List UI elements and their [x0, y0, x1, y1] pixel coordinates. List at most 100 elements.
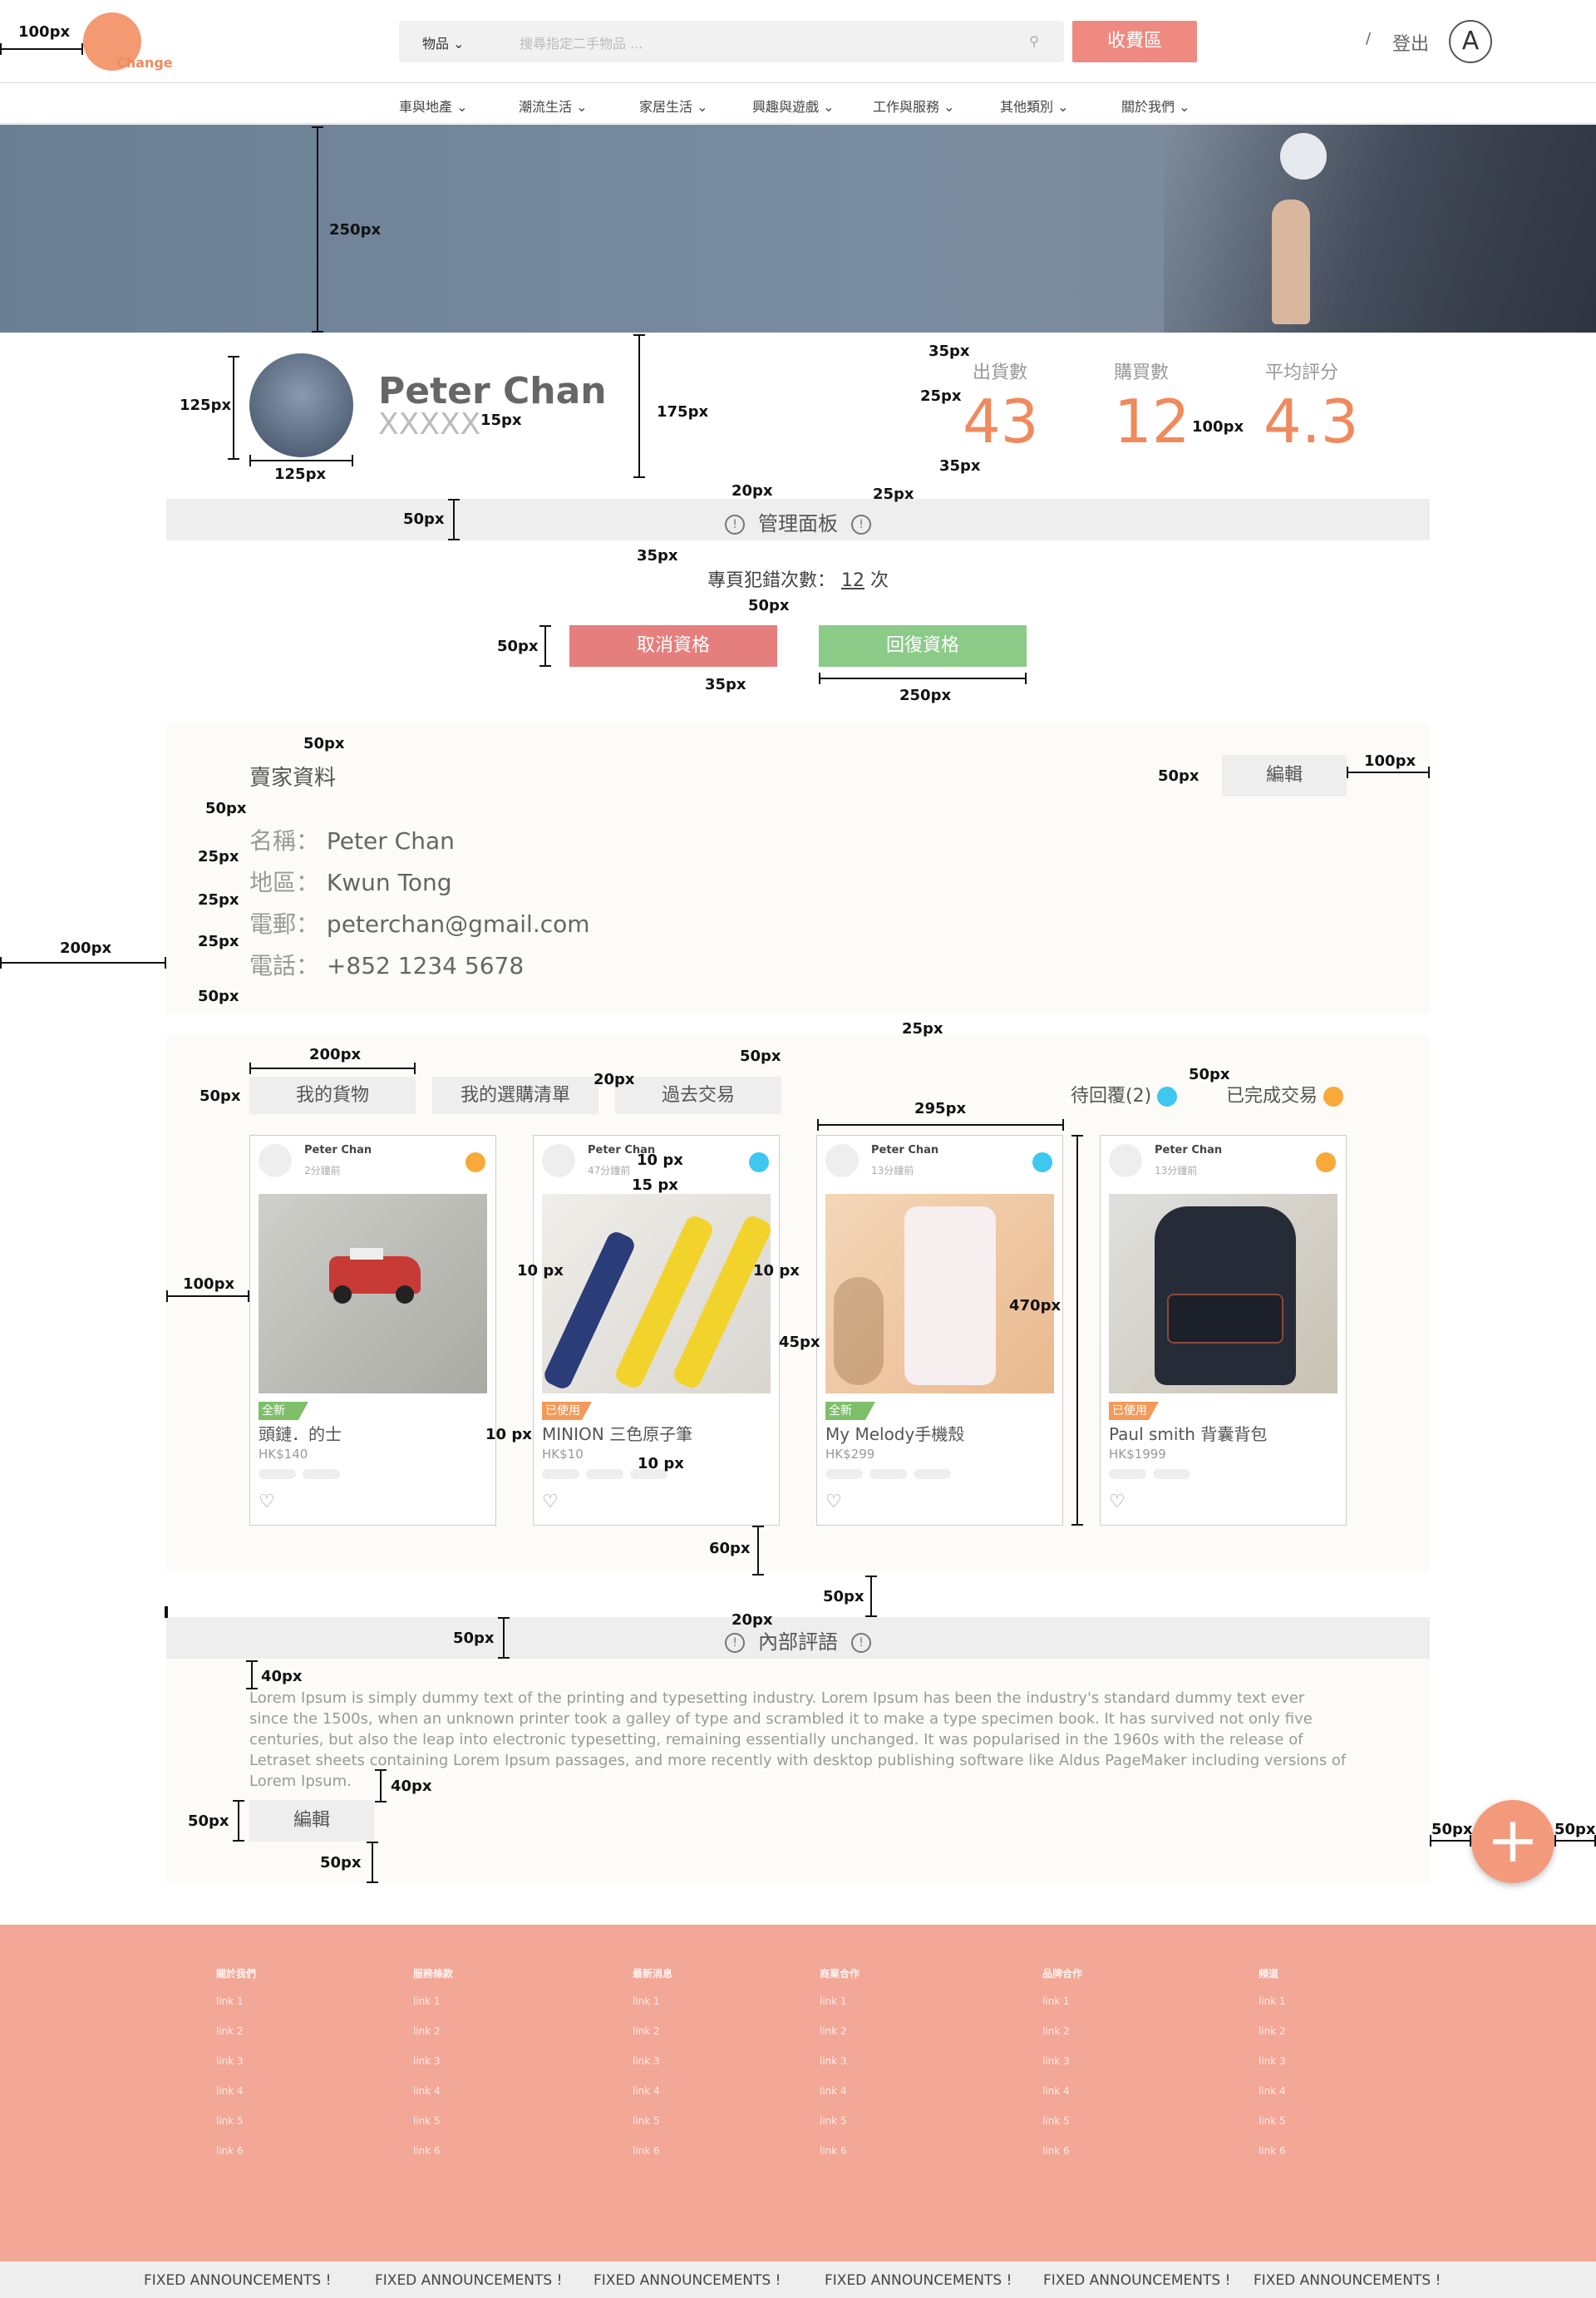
- error-count: 專頁犯錯次數： 12 次: [707, 570, 889, 591]
- footer-link[interactable]: link 6: [216, 2145, 366, 2157]
- product-card[interactable]: Peter Chan 13分鐘前 全新 My Melody手機殼 HK$299 …: [816, 1135, 1063, 1526]
- avatar[interactable]: A: [1449, 20, 1492, 63]
- stat-value-bought: 12: [1114, 387, 1190, 456]
- footer-link[interactable]: link 1: [633, 1995, 782, 2007]
- announcement-text: FIXED ANNOUNCEMENTS !: [1043, 2272, 1231, 2289]
- cancel-qualification-button[interactable]: 取消資格: [569, 625, 777, 667]
- footer-column: 關於我們 link 1 link 2 link 3 link 4 link 5 …: [216, 1966, 366, 2175]
- footer-link[interactable]: link 3: [1259, 2055, 1408, 2067]
- footer-link[interactable]: link 3: [216, 2055, 366, 2067]
- nav-item-3[interactable]: 家居生活 ⌄: [639, 96, 708, 116]
- product-image[interactable]: [259, 1194, 487, 1393]
- heart-icon[interactable]: ♡: [825, 1492, 842, 1512]
- profile-name: Peter Chan: [378, 370, 607, 412]
- category-select[interactable]: 物品 ⌄: [422, 32, 465, 52]
- product-card[interactable]: Peter Chan 13分鐘前 已使用 Paul smith 背囊背包 HK$…: [1100, 1135, 1347, 1526]
- product-image[interactable]: [825, 1194, 1054, 1393]
- footer-link[interactable]: link 6: [1042, 2145, 1192, 2157]
- category-nav: 車與地產 ⌄ 潮流生活 ⌄ 家居生活 ⌄ 興趣與遊戲 ⌄ 工作與服務 ⌄ 其他類…: [0, 84, 1596, 124]
- edit-review-button[interactable]: 編輯: [249, 1800, 374, 1842]
- footer-link[interactable]: link 4: [1259, 2085, 1408, 2097]
- dimension-label: 50px: [320, 1854, 362, 1871]
- search-icon[interactable]: ⚲: [1029, 33, 1039, 49]
- restore-qualification-button[interactable]: 回復資格: [819, 625, 1027, 667]
- footer-link[interactable]: link 1: [216, 1995, 366, 2007]
- footer-link[interactable]: link 6: [1259, 2145, 1408, 2157]
- product-image[interactable]: [1109, 1194, 1337, 1393]
- card-tags: [825, 1467, 958, 1479]
- footer-link[interactable]: link 5: [820, 2115, 969, 2127]
- search-input[interactable]: 搜尋指定二手物品 ...: [520, 32, 643, 52]
- footer-link[interactable]: link 3: [633, 2055, 782, 2067]
- dimension-line: [246, 1660, 258, 1689]
- footer-link[interactable]: link 4: [633, 2085, 782, 2097]
- nav-item-1[interactable]: 車與地產 ⌄: [399, 96, 468, 116]
- nav-item-4[interactable]: 興趣與遊戲 ⌄: [752, 96, 835, 116]
- dimension-label: 25px: [198, 891, 239, 909]
- tab-my-goods[interactable]: 我的貨物: [249, 1077, 416, 1114]
- logout-link[interactable]: 登出: [1392, 29, 1429, 56]
- card-title[interactable]: 頭鏈．的士: [259, 1421, 342, 1445]
- footer-link[interactable]: link 5: [633, 2115, 782, 2127]
- stat-value-sold: 43: [963, 387, 1039, 456]
- tab-wishlist[interactable]: 我的選購清單: [432, 1077, 598, 1114]
- announcement-text: FIXED ANNOUNCEMENTS !: [1254, 2272, 1441, 2289]
- footer-link[interactable]: link 3: [413, 2055, 563, 2067]
- profile-banner: [0, 125, 1596, 333]
- product-card[interactable]: Peter Chan 2分鐘前 全新 頭鏈．的士 HK$140 ♡: [249, 1135, 496, 1526]
- nav-item-7[interactable]: 關於我們 ⌄: [1121, 96, 1190, 116]
- footer-link[interactable]: link 6: [413, 2145, 563, 2157]
- footer-link[interactable]: link 2: [1042, 2025, 1192, 2037]
- heart-icon[interactable]: ♡: [542, 1492, 559, 1512]
- card-title[interactable]: MINION 三色原子筆: [542, 1421, 692, 1445]
- collect-button[interactable]: 收費區: [1072, 21, 1197, 62]
- footer-link[interactable]: link 2: [413, 2025, 563, 2037]
- footer-link[interactable]: link 4: [820, 2085, 969, 2097]
- footer-link[interactable]: link 5: [413, 2115, 563, 2127]
- dimension-line: [249, 1063, 416, 1074]
- footer-link[interactable]: link 2: [633, 2025, 782, 2037]
- footer-link[interactable]: link 6: [633, 2145, 782, 2157]
- dimension-label: 45px: [779, 1334, 820, 1351]
- card-tags: [259, 1467, 347, 1479]
- tab-past-trades[interactable]: 過去交易: [615, 1077, 781, 1114]
- done-dot-icon: [1323, 1087, 1344, 1107]
- edit-seller-button[interactable]: 編輯: [1222, 755, 1347, 796]
- footer-link[interactable]: link 1: [1259, 1995, 1408, 2007]
- footer-link[interactable]: link 3: [820, 2055, 969, 2067]
- add-button[interactable]: +: [1471, 1800, 1554, 1883]
- stat-value-rating: 4.3: [1264, 387, 1359, 456]
- chevron-down-icon: ⌄: [943, 99, 955, 115]
- profile-subtitle: XXXXX: [378, 407, 481, 441]
- footer-link[interactable]: link 4: [216, 2085, 366, 2097]
- chevron-down-icon: ⌄: [1057, 99, 1069, 115]
- card-username: Peter Chan: [1155, 1144, 1223, 1156]
- card-title[interactable]: Paul smith 背囊背包: [1109, 1421, 1267, 1445]
- dimension-line: [1430, 1835, 1471, 1847]
- footer-link[interactable]: link 5: [1259, 2115, 1408, 2127]
- footer-link[interactable]: link 1: [413, 1995, 563, 2007]
- heart-icon[interactable]: ♡: [259, 1492, 275, 1512]
- footer-link[interactable]: link 2: [216, 2025, 366, 2037]
- chevron-down-icon: ⌄: [823, 99, 835, 115]
- footer-link[interactable]: link 1: [820, 1995, 969, 2007]
- footer-link[interactable]: link 3: [1042, 2055, 1192, 2067]
- footer-link[interactable]: link 1: [1042, 1995, 1192, 2007]
- card-title[interactable]: My Melody手機殼: [825, 1421, 964, 1445]
- heart-icon[interactable]: ♡: [1109, 1492, 1126, 1512]
- footer-link[interactable]: link 5: [1042, 2115, 1192, 2127]
- product-image[interactable]: [541, 1194, 774, 1393]
- footer-link[interactable]: link 2: [820, 2025, 969, 2037]
- nav-item-2[interactable]: 潮流生活 ⌄: [519, 96, 588, 116]
- footer-link[interactable]: link 2: [1259, 2025, 1408, 2037]
- footer-link[interactable]: link 4: [1042, 2085, 1192, 2097]
- footer-link[interactable]: link 6: [820, 2145, 969, 2157]
- dimension-label: 50px: [497, 638, 539, 655]
- footer-link[interactable]: link 4: [413, 2085, 563, 2097]
- dimension-label: 50px: [1189, 1066, 1230, 1083]
- search-bar[interactable]: 物品 ⌄ 搜尋指定二手物品 ... ⚲: [399, 21, 1064, 62]
- footer-link[interactable]: link 5: [216, 2115, 366, 2127]
- condition-badge: 全新: [259, 1402, 308, 1420]
- nav-item-5[interactable]: 工作與服務 ⌄: [873, 96, 955, 116]
- nav-item-6[interactable]: 其他類別 ⌄: [1000, 96, 1069, 116]
